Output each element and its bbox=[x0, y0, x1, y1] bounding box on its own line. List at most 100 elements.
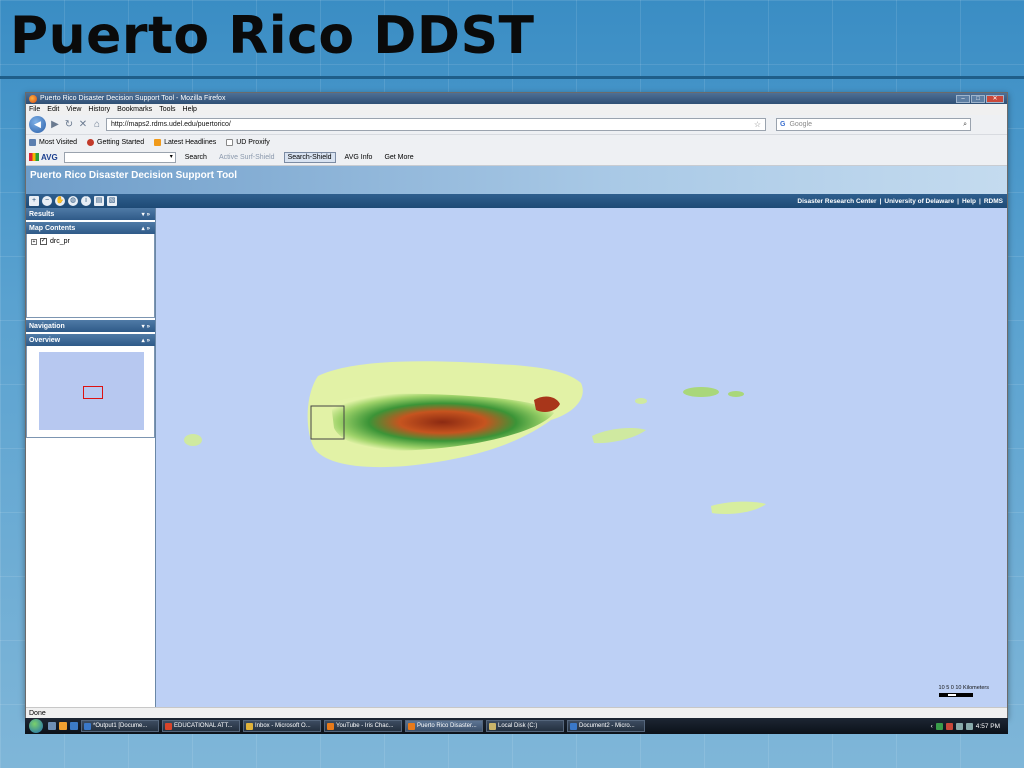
link-disaster-research-center[interactable]: Disaster Research Center bbox=[797, 198, 876, 205]
active-surf-shield-button[interactable]: Active Surf-Shield bbox=[216, 153, 278, 162]
window-title: Puerto Rico Disaster Decision Support To… bbox=[40, 95, 226, 102]
menu-bookmarks[interactable]: Bookmarks bbox=[117, 106, 152, 113]
taskbar-item-label: Local Disk (C:) bbox=[498, 723, 538, 729]
panel-navigation-header[interactable]: Navigation ▾» bbox=[26, 320, 155, 332]
panel-results-header[interactable]: Results ▾» bbox=[26, 208, 155, 220]
taskbar-item[interactable]: *Output1 [Docume... bbox=[81, 720, 159, 732]
map-contents-tree: + ✓ drc_pr bbox=[26, 234, 155, 318]
taskbar-item[interactable]: EDUCATIONAL ATT... bbox=[162, 720, 240, 732]
start-button-icon[interactable] bbox=[29, 719, 43, 733]
title-divider bbox=[0, 76, 1024, 79]
taskbar-item-label: Puerto Rico Disaster... bbox=[417, 723, 477, 729]
overview-map[interactable] bbox=[39, 352, 144, 430]
menu-edit[interactable]: Edit bbox=[47, 106, 59, 113]
close-icon[interactable]: ✕ bbox=[986, 94, 1004, 103]
taskbar-item[interactable]: Document2 - Micro... bbox=[567, 720, 645, 732]
taskbar-item[interactable]: YouTube - Iris Chac... bbox=[324, 720, 402, 732]
menu-help[interactable]: Help bbox=[183, 106, 197, 113]
volume-tray-icon[interactable] bbox=[965, 722, 973, 730]
panel-collapse-icon[interactable]: ▴» bbox=[142, 337, 152, 344]
taskbar-item-label: *Output1 [Docume... bbox=[93, 723, 148, 729]
firefox-quicklaunch-icon[interactable] bbox=[59, 722, 67, 730]
avg-logo[interactable]: AVG bbox=[29, 153, 58, 162]
export-icon[interactable]: ▧ bbox=[107, 196, 117, 206]
stop-icon[interactable]: ✕ bbox=[78, 119, 88, 130]
browser-window: Puerto Rico Disaster Decision Support To… bbox=[25, 92, 1008, 718]
taskbar-item[interactable]: Inbox - Microsoft O... bbox=[243, 720, 321, 732]
st-croix-island bbox=[711, 501, 766, 514]
overview-extent-box[interactable] bbox=[83, 386, 103, 399]
minimize-icon[interactable]: – bbox=[956, 94, 970, 103]
avg-tray-icon[interactable] bbox=[935, 722, 943, 730]
avg-search-input[interactable]: ▾ bbox=[63, 151, 176, 163]
panel-expand-icon[interactable]: ▾» bbox=[142, 323, 152, 330]
header-links: Disaster Research Center | University of… bbox=[797, 198, 1003, 205]
powerpoint-icon bbox=[165, 722, 172, 730]
expand-icon[interactable]: + bbox=[31, 238, 37, 245]
maximize-icon[interactable]: □ bbox=[971, 94, 985, 103]
search-icon[interactable]: ⌕ bbox=[963, 121, 967, 129]
taskbar-item-active[interactable]: Puerto Rico Disaster... bbox=[405, 720, 483, 732]
bookmark-getting-started[interactable]: Getting Started bbox=[87, 138, 144, 146]
bookmark-icon bbox=[29, 138, 36, 146]
url-text: http://maps2.rdms.udel.edu/puertorico/ bbox=[111, 121, 231, 128]
identify-info-icon[interactable]: i bbox=[81, 196, 91, 206]
panel-overview-header[interactable]: Overview ▴» bbox=[26, 334, 155, 346]
zoom-in-icon[interactable]: + bbox=[29, 196, 39, 206]
forward-arrow-icon[interactable]: ▶ bbox=[50, 119, 60, 130]
reload-icon[interactable]: ↻ bbox=[64, 119, 74, 130]
taskbar-item-label: YouTube - Iris Chac... bbox=[336, 723, 394, 729]
map-toolbar: + − ✋ ◍ i ▤ ▧ Disaster Research Center |… bbox=[26, 194, 1007, 208]
folder-icon bbox=[489, 722, 496, 730]
get-more-button[interactable]: Get More bbox=[381, 153, 416, 162]
culebra-islet bbox=[728, 391, 744, 397]
panel-collapse-icon[interactable]: ▴» bbox=[142, 225, 152, 232]
bookmark-most-visited[interactable]: Most Visited bbox=[29, 138, 77, 146]
map-canvas[interactable]: 10 5 0 10 Kilometers bbox=[156, 208, 1007, 707]
search-input[interactable]: G Google ⌕ bbox=[776, 118, 971, 131]
menu-file[interactable]: File bbox=[29, 106, 40, 113]
menu-bar: File Edit View History Bookmarks Tools H… bbox=[26, 104, 1007, 115]
scale-label: 10 5 0 10 Kilometers bbox=[938, 685, 989, 691]
status-text: Done bbox=[29, 710, 46, 717]
word-icon bbox=[570, 722, 577, 730]
zoom-out-icon[interactable]: − bbox=[42, 196, 52, 206]
clock[interactable]: 4:57 PM bbox=[976, 723, 1000, 730]
link-help[interactable]: Help bbox=[962, 198, 976, 205]
full-extent-globe-icon[interactable]: ◍ bbox=[68, 196, 78, 206]
layer-checkbox[interactable]: ✓ bbox=[40, 238, 47, 245]
app-body: Results ▾» Map Contents ▴» + ✓ drc_pr Na… bbox=[26, 208, 1007, 707]
bookmark-latest-headlines[interactable]: Latest Headlines bbox=[154, 138, 216, 146]
firefox-icon bbox=[408, 722, 415, 730]
menu-view[interactable]: View bbox=[66, 106, 81, 113]
avg-search-button[interactable]: Search bbox=[182, 153, 210, 162]
print-icon[interactable]: ▤ bbox=[94, 196, 104, 206]
pan-hand-icon[interactable]: ✋ bbox=[55, 196, 65, 206]
navigation-toolbar: ◀ ▶ ↻ ✕ ⌂ http://maps2.rdms.udel.edu/pue… bbox=[26, 115, 1007, 135]
tray-expand-icon[interactable]: ‹ bbox=[931, 723, 933, 730]
panel-expand-icon[interactable]: ▾» bbox=[142, 211, 152, 218]
avg-info-button[interactable]: AVG Info bbox=[342, 153, 376, 162]
google-icon: G bbox=[780, 121, 786, 128]
word-icon bbox=[84, 722, 91, 730]
link-university-of-delaware[interactable]: University of Delaware bbox=[884, 198, 954, 205]
panel-map-contents-header[interactable]: Map Contents ▴» bbox=[26, 222, 155, 234]
bookmark-ud-proxify[interactable]: UD Proxify bbox=[226, 138, 270, 146]
home-icon[interactable]: ⌂ bbox=[92, 119, 102, 130]
taskbar-item-label: Document2 - Micro... bbox=[579, 723, 635, 729]
link-rdms[interactable]: RDMS bbox=[984, 198, 1003, 205]
menu-tools[interactable]: Tools bbox=[159, 106, 175, 113]
ie-quicklaunch-icon[interactable] bbox=[70, 722, 78, 730]
taskbar-item[interactable]: Local Disk (C:) bbox=[486, 720, 564, 732]
url-bar[interactable]: http://maps2.rdms.udel.edu/puertorico/ ☆ bbox=[106, 118, 766, 131]
overview-panel bbox=[26, 346, 155, 438]
window-titlebar: Puerto Rico Disaster Decision Support To… bbox=[26, 93, 1007, 104]
security-tray-icon[interactable] bbox=[945, 722, 953, 730]
bookmark-icon bbox=[87, 138, 94, 146]
show-desktop-icon[interactable] bbox=[48, 722, 56, 730]
search-shield-button[interactable]: Search-Shield bbox=[283, 151, 336, 163]
bookmark-star-icon[interactable]: ☆ bbox=[754, 120, 761, 129]
back-arrow-icon[interactable]: ◀ bbox=[29, 116, 46, 133]
menu-history[interactable]: History bbox=[88, 106, 110, 113]
network-tray-icon[interactable] bbox=[955, 722, 963, 730]
